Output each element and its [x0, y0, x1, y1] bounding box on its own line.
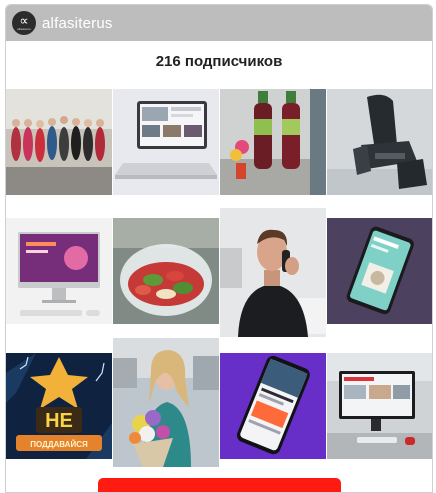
alpha-logo-icon: ∝ [19, 13, 29, 29]
neon-sign-text-ne: НЕ [45, 410, 73, 432]
instagram-widget: ∝ alfasiterus alfasiterus 216 подписчико… [5, 4, 433, 493]
widget-header[interactable]: ∝ alfasiterus alfasiterus [6, 5, 432, 41]
neon-sign-text-podd: ПОДДАВАЙСЯ [30, 440, 88, 449]
post-laptop-website[interactable] [113, 89, 219, 195]
post-team-photo[interactable] [6, 89, 112, 195]
post-man-on-phone[interactable] [220, 208, 326, 337]
post-massage-chair[interactable] [327, 89, 432, 195]
post-fruit-bowl[interactable] [113, 218, 219, 324]
profile-avatar[interactable]: ∝ alfasiterus [12, 11, 36, 35]
post-smartphone-app[interactable] [327, 218, 432, 324]
profile-name[interactable]: alfasiterus [42, 15, 113, 32]
logo-small-text: alfasiterus [17, 26, 31, 31]
post-phone-app-purple[interactable] [220, 353, 326, 459]
post-office-monitor[interactable] [327, 353, 432, 459]
post-woman-flowers[interactable] [113, 338, 219, 467]
post-neon-sign[interactable]: НЕ ПОДДАВАЙСЯ [6, 353, 112, 459]
subscribers-count: 216 подписчиков [155, 53, 283, 70]
post-imac-website[interactable] [6, 218, 112, 324]
post-bottles-flowers[interactable] [220, 89, 326, 195]
